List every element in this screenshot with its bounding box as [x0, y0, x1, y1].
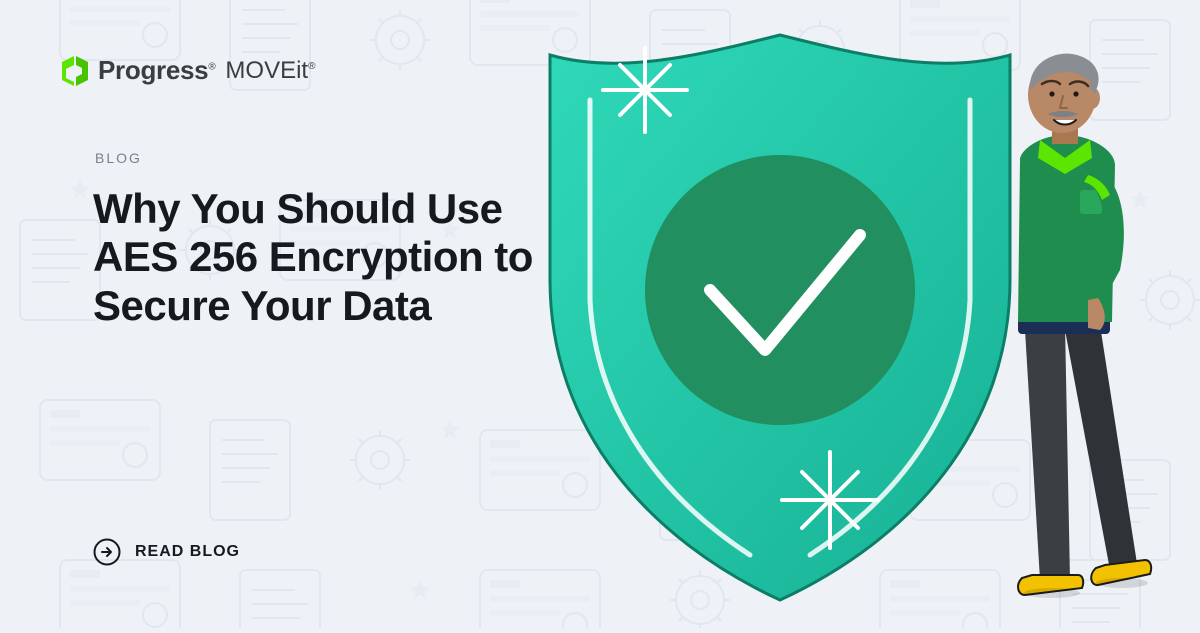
eyebrow-label: BLOG: [95, 150, 142, 166]
arrow-right-circle-icon: [93, 538, 121, 566]
progress-chevron-icon: [60, 56, 90, 86]
read-blog-link[interactable]: READ BLOG: [93, 538, 240, 566]
shield-check-icon: [550, 35, 1010, 600]
read-blog-label: READ BLOG: [135, 543, 240, 561]
person-illustration: [1018, 54, 1151, 598]
brand-company-name: Progress®: [98, 55, 215, 86]
brand-logo: Progress® MOVEit®: [60, 55, 315, 86]
brand-product-name: MOVEit®: [225, 57, 315, 85]
hero-illustration: [500, 0, 1200, 628]
